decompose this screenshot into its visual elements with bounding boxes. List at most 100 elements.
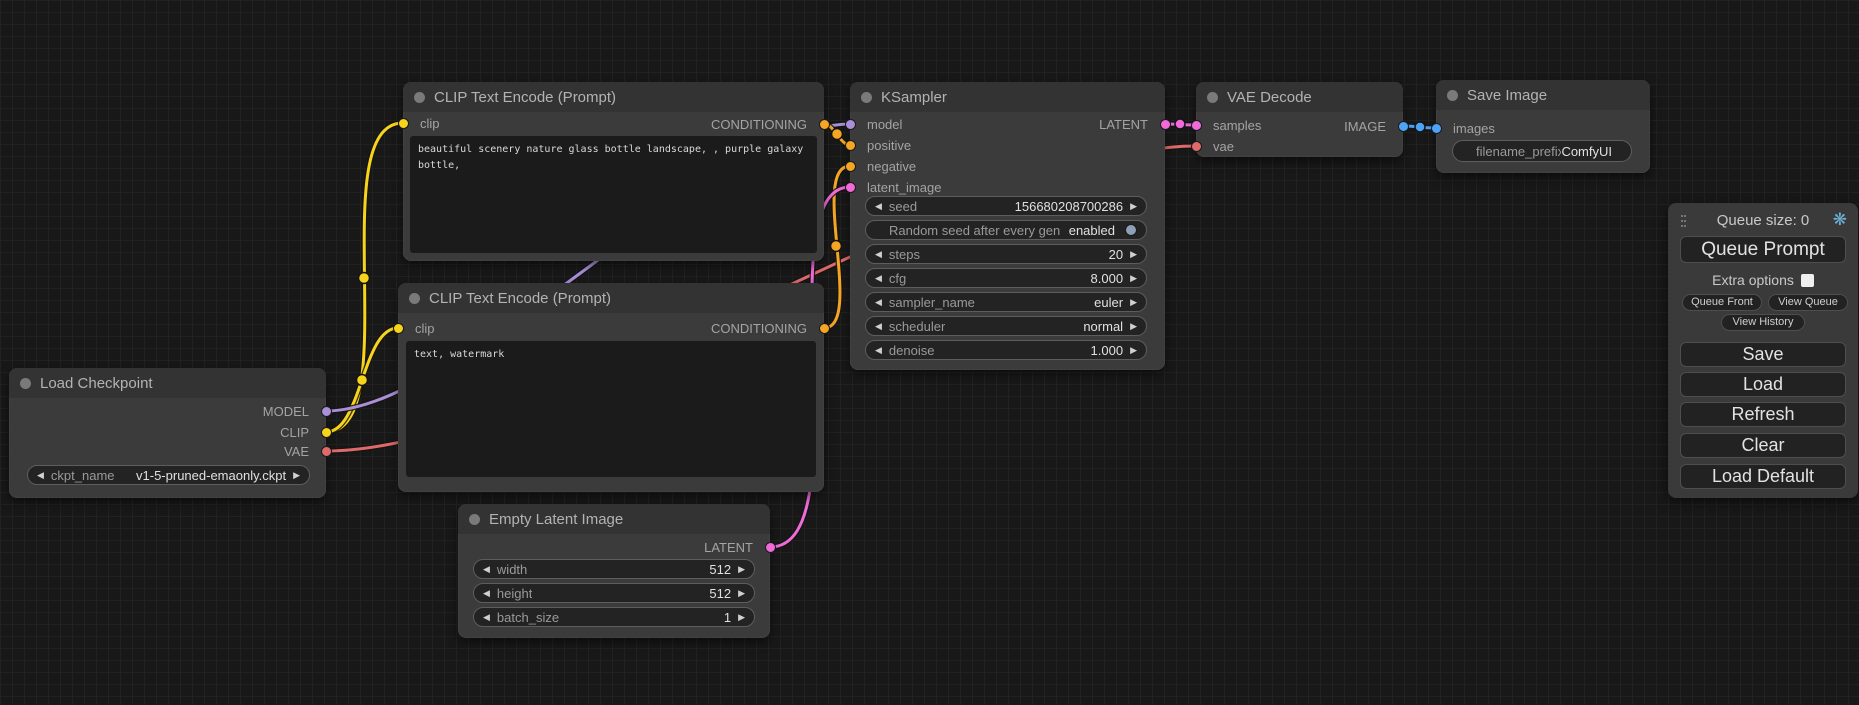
node-title-bar[interactable]: CLIP Text Encode (Prompt) xyxy=(403,82,824,112)
prev-value-arrow-icon[interactable]: ◀ xyxy=(875,202,882,211)
image-port-icon[interactable] xyxy=(1398,121,1409,132)
vae-port-icon[interactable] xyxy=(1191,141,1202,152)
collapse-dot-icon[interactable] xyxy=(20,378,31,389)
node-graph-canvas[interactable]: Load Checkpoint MODEL CLIP VAE ◀ ckpt_na… xyxy=(0,0,1859,705)
latent-port-icon[interactable] xyxy=(765,542,776,553)
latent-port-icon[interactable] xyxy=(1191,120,1202,131)
input-images[interactable]: images xyxy=(1436,118,1495,138)
node-vae-decode[interactable]: VAE Decode samples vae IMAGE xyxy=(1196,82,1403,157)
node-empty-latent-image[interactable]: Empty Latent Image LATENT ◀ width 512 ▶ … xyxy=(458,504,770,638)
input-samples[interactable]: samples xyxy=(1196,115,1261,135)
input-clip[interactable]: clip xyxy=(398,318,435,338)
steps-widget[interactable]: ◀ steps 20 ▶ xyxy=(865,244,1147,264)
latent-port-icon[interactable] xyxy=(1160,119,1171,130)
clip-port-icon[interactable] xyxy=(393,323,404,334)
toggle-enabled-icon[interactable] xyxy=(1125,224,1137,236)
input-positive[interactable]: positive xyxy=(850,135,911,155)
output-conditioning[interactable]: CONDITIONING xyxy=(711,318,824,338)
sampler-name-widget[interactable]: ◀ sampler_name euler ▶ xyxy=(865,292,1147,312)
next-value-arrow-icon[interactable]: ▶ xyxy=(1130,298,1137,307)
next-value-arrow-icon[interactable]: ▶ xyxy=(293,471,300,480)
extra-options-checkbox[interactable] xyxy=(1801,274,1814,287)
next-value-arrow-icon[interactable]: ▶ xyxy=(1130,274,1137,283)
output-clip[interactable]: CLIP xyxy=(280,422,326,442)
input-negative[interactable]: negative xyxy=(850,156,916,176)
next-value-arrow-icon[interactable]: ▶ xyxy=(1130,202,1137,211)
next-value-arrow-icon[interactable]: ▶ xyxy=(738,589,745,598)
load-button[interactable]: Load xyxy=(1680,372,1846,397)
prev-value-arrow-icon[interactable]: ◀ xyxy=(483,613,490,622)
latent-port-icon[interactable] xyxy=(845,182,856,193)
ckpt-name-widget[interactable]: ◀ ckpt_name v1-5-pruned-emaonly.ckpt ▶ xyxy=(27,465,310,485)
prev-value-arrow-icon[interactable]: ◀ xyxy=(37,471,44,480)
node-title-bar[interactable]: CLIP Text Encode (Prompt) xyxy=(398,283,824,313)
collapse-dot-icon[interactable] xyxy=(414,92,425,103)
random-seed-toggle[interactable]: Random seed after every gen enabled xyxy=(865,220,1147,240)
input-clip[interactable]: clip xyxy=(403,113,440,133)
collapse-dot-icon[interactable] xyxy=(1207,92,1218,103)
input-model[interactable]: model xyxy=(850,114,902,134)
collapse-dot-icon[interactable] xyxy=(409,293,420,304)
output-model[interactable]: MODEL xyxy=(263,401,326,421)
cfg-widget[interactable]: ◀ cfg 8.000 ▶ xyxy=(865,268,1147,288)
conditioning-port-icon[interactable] xyxy=(845,140,856,151)
height-widget[interactable]: ◀ height 512 ▶ xyxy=(473,583,755,603)
prev-value-arrow-icon[interactable]: ◀ xyxy=(483,565,490,574)
denoise-widget[interactable]: ◀ denoise 1.000 ▶ xyxy=(865,340,1147,360)
filename-prefix-widget[interactable]: filename_prefix ComfyUI xyxy=(1452,140,1632,162)
image-port-icon[interactable] xyxy=(1431,123,1442,134)
prev-value-arrow-icon[interactable]: ◀ xyxy=(875,322,882,331)
seed-widget[interactable]: ◀ seed 156680208700286 ▶ xyxy=(865,196,1147,216)
queue-prompt-button[interactable]: Queue Prompt xyxy=(1680,236,1846,263)
prev-value-arrow-icon[interactable]: ◀ xyxy=(875,250,882,259)
settings-gear-icon[interactable]: ❋ xyxy=(1833,210,1847,230)
refresh-button[interactable]: Refresh xyxy=(1680,402,1846,427)
width-widget[interactable]: ◀ width 512 ▶ xyxy=(473,559,755,579)
model-port-icon[interactable] xyxy=(321,406,332,417)
next-value-arrow-icon[interactable]: ▶ xyxy=(738,565,745,574)
scheduler-widget[interactable]: ◀ scheduler normal ▶ xyxy=(865,316,1147,336)
input-latent-image[interactable]: latent_image xyxy=(850,177,941,197)
clip-port-icon[interactable] xyxy=(398,118,409,129)
node-title-bar[interactable]: Load Checkpoint xyxy=(9,368,326,398)
collapse-dot-icon[interactable] xyxy=(1447,90,1458,101)
view-history-button[interactable]: View History xyxy=(1721,314,1805,331)
node-title-bar[interactable]: VAE Decode xyxy=(1196,82,1403,112)
collapse-dot-icon[interactable] xyxy=(861,92,872,103)
node-ksampler[interactable]: KSampler model positive negative latent_… xyxy=(850,82,1165,370)
queue-front-button[interactable]: Queue Front xyxy=(1682,294,1762,311)
next-value-arrow-icon[interactable]: ▶ xyxy=(1130,322,1137,331)
load-default-button[interactable]: Load Default xyxy=(1680,464,1846,489)
prev-value-arrow-icon[interactable]: ◀ xyxy=(875,346,882,355)
positive-prompt-textarea[interactable]: beautiful scenery nature glass bottle la… xyxy=(410,136,817,253)
output-latent[interactable]: LATENT xyxy=(1099,114,1165,134)
node-load-checkpoint[interactable]: Load Checkpoint MODEL CLIP VAE ◀ ckpt_na… xyxy=(9,368,326,498)
next-value-arrow-icon[interactable]: ▶ xyxy=(738,613,745,622)
output-latent[interactable]: LATENT xyxy=(704,537,770,557)
node-clip-text-encode-negative[interactable]: CLIP Text Encode (Prompt) clip CONDITION… xyxy=(398,283,824,492)
vae-port-icon[interactable] xyxy=(321,446,332,457)
clear-button[interactable]: Clear xyxy=(1680,433,1846,458)
conditioning-port-icon[interactable] xyxy=(819,323,830,334)
view-queue-button[interactable]: View Queue xyxy=(1768,294,1848,311)
output-image[interactable]: IMAGE xyxy=(1344,116,1403,136)
save-button[interactable]: Save xyxy=(1680,342,1846,367)
prev-value-arrow-icon[interactable]: ◀ xyxy=(875,274,882,283)
node-save-image[interactable]: Save Image images filename_prefix ComfyU… xyxy=(1436,80,1650,173)
node-title-bar[interactable]: Empty Latent Image xyxy=(458,504,770,534)
node-title-bar[interactable]: Save Image xyxy=(1436,80,1650,110)
node-title-bar[interactable]: KSampler xyxy=(850,82,1165,112)
conditioning-port-icon[interactable] xyxy=(845,161,856,172)
output-conditioning[interactable]: CONDITIONING xyxy=(711,114,824,134)
next-value-arrow-icon[interactable]: ▶ xyxy=(1130,346,1137,355)
clip-port-icon[interactable] xyxy=(321,427,332,438)
model-port-icon[interactable] xyxy=(845,119,856,130)
batch-size-widget[interactable]: ◀ batch_size 1 ▶ xyxy=(473,607,755,627)
prev-value-arrow-icon[interactable]: ◀ xyxy=(875,298,882,307)
conditioning-port-icon[interactable] xyxy=(819,119,830,130)
prev-value-arrow-icon[interactable]: ◀ xyxy=(483,589,490,598)
input-vae[interactable]: vae xyxy=(1196,136,1234,156)
next-value-arrow-icon[interactable]: ▶ xyxy=(1130,250,1137,259)
output-vae[interactable]: VAE xyxy=(284,441,326,461)
collapse-dot-icon[interactable] xyxy=(469,514,480,525)
